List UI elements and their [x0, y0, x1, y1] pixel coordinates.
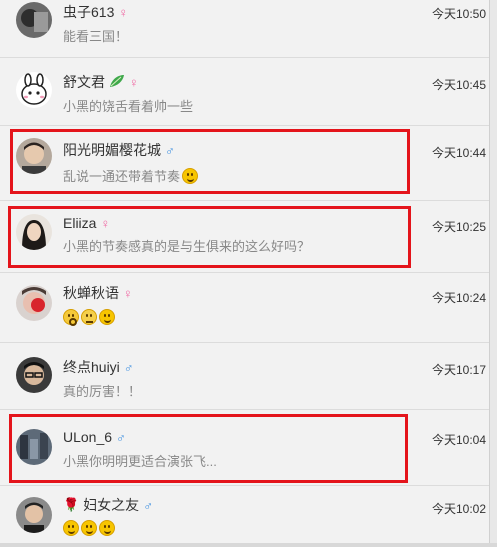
smile-emoji-icon — [99, 309, 115, 325]
comment-time: 今天10:04 — [431, 433, 486, 447]
comment-text: 真的厉害！！ — [63, 381, 141, 400]
comment-row[interactable]: 阳光明媚樱花城 ♂ 今天10:44 乱说一通还带着节奏 — [0, 126, 490, 201]
comment-text — [63, 309, 115, 326]
comment-text-content: 能看三国！ — [63, 29, 129, 44]
male-symbol-icon: ♂ — [116, 429, 126, 445]
comment-row[interactable]: 虫子613 ♀ 今天10:50 能看三国！ — [0, 0, 490, 58]
comment-time: 今天10:50 — [431, 7, 486, 21]
female-symbol-icon: ♀ — [123, 285, 133, 301]
user-name[interactable]: 舒文君 — [63, 72, 105, 92]
avatar[interactable] — [16, 138, 52, 174]
comment-text-content: 小黑的节奏感真的是与生俱来的这么好吗？ — [63, 239, 311, 254]
user-name[interactable]: Eliiza — [63, 215, 96, 231]
scrollbar[interactable] — [489, 0, 497, 547]
comment-row[interactable]: ULon_6 ♂ 今天10:04 小黑你明明更适合演张飞... — [0, 410, 490, 486]
comment-text-content: 真的厉害！！ — [63, 384, 142, 399]
avatar[interactable] — [16, 2, 52, 38]
avatar[interactable] — [16, 214, 52, 250]
female-symbol-icon: ♀ — [100, 215, 111, 231]
comment-text: 小黑的饶舌看着帅一些 — [63, 96, 193, 115]
comment-time: 今天10:25 — [431, 220, 486, 234]
avatar[interactable] — [16, 497, 52, 533]
user-name[interactable]: 终点huiyi — [63, 357, 120, 377]
comment-text — [63, 520, 115, 536]
female-symbol-icon: ♀ — [118, 4, 129, 20]
laughing-emoji-icon — [182, 167, 199, 184]
comment-row[interactable]: 舒文君 ♀ 今天10:45 小黑的饶舌看着帅一些 — [0, 58, 490, 126]
male-symbol-icon: ♂ — [165, 142, 175, 158]
user-name[interactable]: 虫子613 — [63, 2, 114, 22]
male-symbol-icon: ♂ — [123, 359, 134, 375]
bottom-strip — [0, 543, 497, 547]
user-name[interactable]: 阳光明媚樱花城 — [63, 140, 161, 160]
comment-time: 今天10:02 — [431, 502, 486, 516]
comment-row[interactable]: 🌹 妇女之友 ♂ 今天10:02 — [0, 486, 490, 547]
comment-list: 虫子613 ♀ 今天10:50 能看三国！ 舒文君 ♀ 今天10:45 小黑的饶… — [0, 0, 490, 547]
smile-emoji-icon — [63, 520, 79, 536]
comment-row[interactable]: 秋蝉秋语 ♀ 今天10:24 — [0, 273, 490, 343]
avatar[interactable] — [16, 285, 52, 321]
comment-time: 今天10:44 — [431, 146, 486, 160]
user-name[interactable]: ULon_6 — [63, 429, 112, 445]
comment-text-content: 小黑的饶舌看着帅一些 — [63, 99, 194, 114]
comment-time: 今天10:45 — [431, 78, 486, 92]
smile-emoji-icon — [99, 520, 115, 536]
smile-emoji-icon — [81, 520, 97, 536]
comment-row[interactable]: Eliiza ♀ 今天10:25 小黑的节奏感真的是与生俱来的这么好吗？ — [0, 201, 490, 273]
leaf-icon — [109, 74, 125, 91]
female-symbol-icon: ♀ — [129, 74, 139, 90]
comment-text: 小黑你明明更适合演张飞... — [63, 451, 217, 470]
comment-time: 今天10:17 — [431, 363, 486, 377]
avatar[interactable] — [16, 357, 52, 393]
comment-text-content: 乱说一通还带着节奏 — [63, 169, 181, 184]
male-symbol-icon: ♂ — [143, 497, 153, 513]
comment-text: 能看三国！ — [63, 26, 128, 45]
comment-text-content: 小黑你明明更适合演张飞... — [63, 454, 217, 469]
scream-emoji-icon — [63, 309, 79, 326]
user-name[interactable]: 秋蝉秋语 — [63, 283, 119, 303]
comment-row[interactable]: 终点huiyi ♂ 今天10:17 真的厉害！！ — [0, 343, 490, 410]
comment-text: 小黑的节奏感真的是与生俱来的这么好吗？ — [63, 236, 310, 255]
sweat-emoji-icon — [81, 309, 97, 325]
avatar[interactable] — [16, 429, 52, 465]
comment-time: 今天10:24 — [431, 291, 486, 305]
rose-icon: 🌹 — [63, 497, 80, 512]
comment-text: 乱说一通还带着节奏 — [63, 166, 199, 185]
user-name[interactable]: 妇女之友 — [83, 495, 139, 515]
avatar[interactable] — [16, 72, 52, 108]
